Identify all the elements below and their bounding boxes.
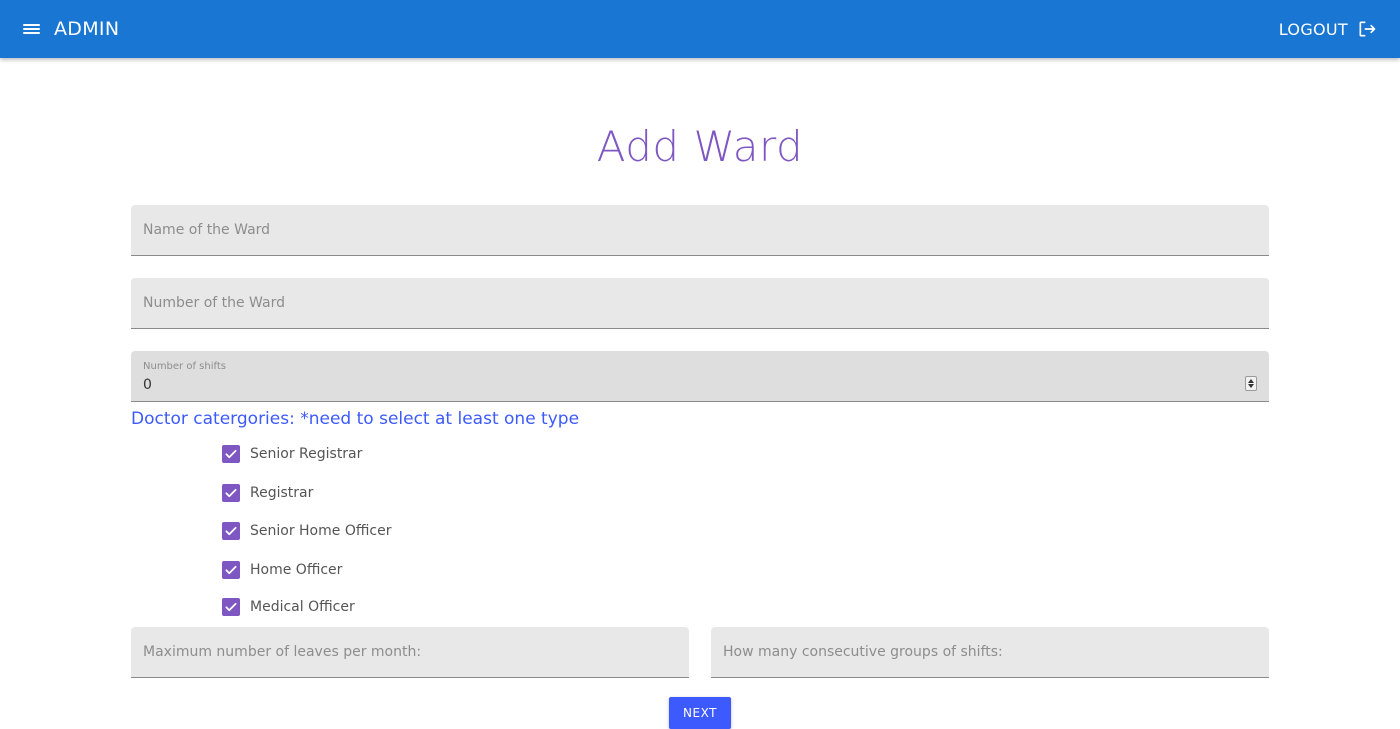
checkbox-label: Home Officer [250,562,343,578]
check-icon [225,488,237,498]
shifts-label: Number of shifts [143,361,226,372]
shifts-value[interactable]: 0 [143,377,152,393]
menu-icon[interactable] [23,22,40,36]
max-leaves-input[interactable] [131,627,689,677]
checkbox[interactable] [222,522,240,540]
checkbox[interactable] [222,598,240,616]
category-medical-officer[interactable]: Medical Officer [222,598,355,616]
ward-name-input[interactable] [131,205,1269,255]
checkbox-label: Registrar [250,485,314,501]
checkbox[interactable] [222,445,240,463]
ward-number-field[interactable] [131,278,1269,329]
next-button[interactable]: NEXT [669,697,731,729]
stepper-up-icon[interactable] [1248,379,1254,383]
ward-name-field[interactable] [131,205,1269,256]
logout-icon [1359,21,1376,37]
ward-number-input[interactable] [131,278,1269,328]
stepper-down-icon[interactable] [1248,384,1254,388]
max-leaves-field[interactable] [131,627,689,678]
menu-toggle[interactable]: ADMIN [23,18,119,40]
checkbox[interactable] [222,561,240,579]
checkbox-label: Senior Home Officer [250,523,392,539]
checkbox[interactable] [222,484,240,502]
shifts-stepper[interactable] [1245,376,1257,391]
app-title: ADMIN [54,18,120,40]
shifts-field[interactable]: Number of shifts 0 [131,351,1269,402]
check-icon [225,565,237,575]
consecutive-groups-field[interactable] [711,627,1269,678]
logout-label: LOGOUT [1278,19,1348,39]
category-home-officer[interactable]: Home Officer [222,561,342,579]
checkbox-label: Senior Registrar [250,446,363,462]
check-icon [225,449,237,459]
check-icon [225,602,237,612]
categories-heading: Doctor catergories: *need to select at l… [131,409,580,429]
page-title: Add Ward [596,122,804,171]
category-registrar[interactable]: Registrar [222,484,313,502]
check-icon [225,526,237,536]
checkbox-label: Medical Officer [250,599,355,615]
consecutive-groups-input[interactable] [711,627,1269,677]
logout-button[interactable]: LOGOUT [1279,19,1377,39]
category-senior-registrar[interactable]: Senior Registrar [222,445,362,463]
app-bar: ADMIN LOGOUT [0,0,1400,58]
category-senior-home-officer[interactable]: Senior Home Officer [222,522,391,540]
